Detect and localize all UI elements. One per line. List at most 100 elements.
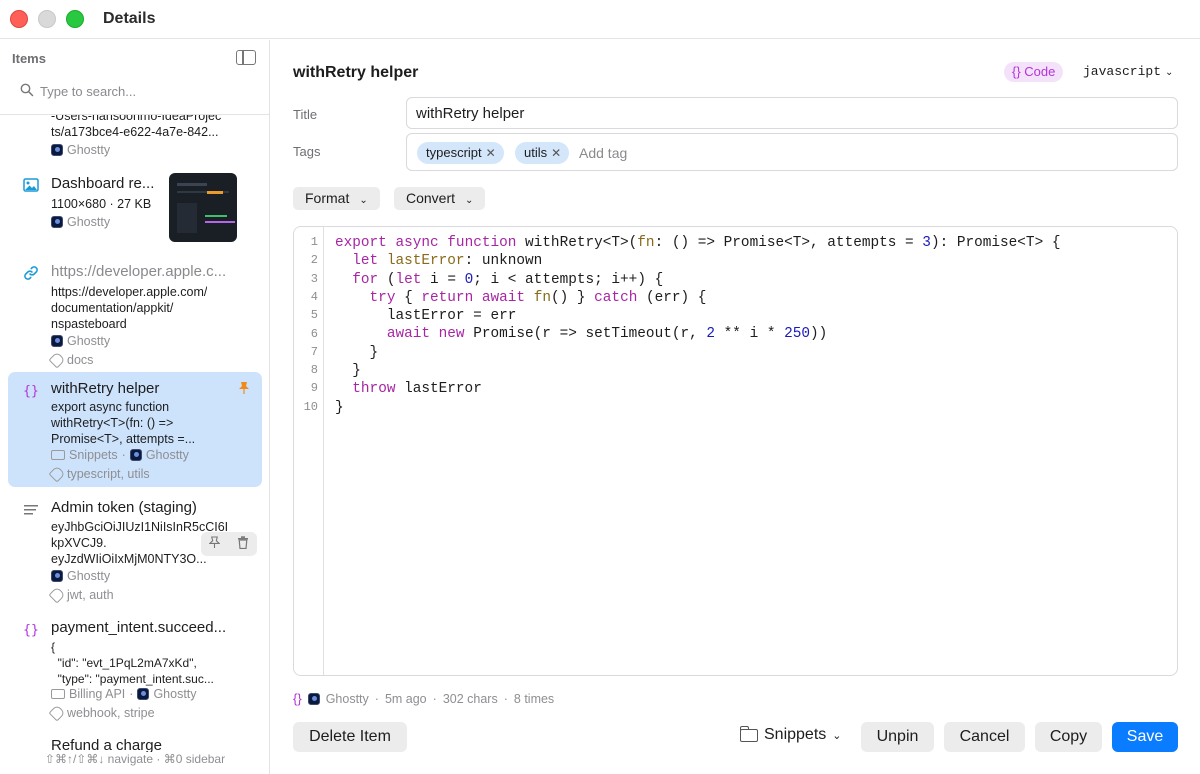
item-tags: webhook, stripe <box>48 704 155 722</box>
tag-chip-label: typescript <box>426 145 482 160</box>
image-icon <box>21 177 41 197</box>
status-chars: 302 chars <box>442 691 498 706</box>
ghostty-app-icon <box>51 570 63 582</box>
item-preview: -Users-hansoonmo-IdeaProjec ts/a173bce4-… <box>51 115 222 139</box>
language-select[interactable]: javascript ⌄ <box>1083 64 1173 79</box>
tag-chip[interactable]: utils ✕ <box>515 142 570 164</box>
delete-item-button[interactable]: Delete Item <box>293 722 407 752</box>
page-title: withRetry helper <box>293 64 419 81</box>
status-time: 5m ago <box>384 691 427 706</box>
status-app: Ghostty <box>325 691 369 706</box>
folder-icon <box>739 725 758 742</box>
line-number: 3 <box>310 271 318 286</box>
ghostty-app-icon <box>51 216 63 228</box>
copy-button[interactable]: Copy <box>1035 722 1102 752</box>
tag-chip[interactable]: typescript ✕ <box>417 142 504 164</box>
ghostty-app-icon <box>137 688 150 700</box>
item-tags-text: webhook, stripe <box>67 706 155 720</box>
item-meta: Ghostty <box>51 143 110 157</box>
line-number: 5 <box>310 308 318 323</box>
sidebar-toggle-icon[interactable] <box>236 50 256 65</box>
item-list: -Users-hansoonmo-IdeaProjec ts/a173bce4-… <box>0 115 269 755</box>
remove-tag-icon[interactable]: ✕ <box>486 146 496 160</box>
line-number: 7 <box>310 344 318 359</box>
item-meta: Billing API · Ghostty <box>51 687 197 701</box>
save-button[interactable]: Save <box>1112 722 1178 752</box>
line-number: 8 <box>310 363 318 378</box>
separator: · <box>121 448 126 462</box>
link-icon <box>21 265 41 285</box>
add-tag-input[interactable] <box>579 143 879 163</box>
list-item-selected[interactable]: {} withRetry helper export async functio… <box>8 372 262 487</box>
chevron-down-icon: ⌄ <box>359 195 368 206</box>
tags-field[interactable]: typescript ✕ utils ✕ <box>406 133 1178 171</box>
item-title: Dashboard re... <box>51 175 155 192</box>
convert-menu-button[interactable]: Convert ⌄ <box>394 187 486 210</box>
line-number: 10 <box>303 399 318 414</box>
list-item[interactable]: Dashboard re... 1100×680 · 27 KB Ghostty <box>8 167 262 247</box>
title-bar: Details <box>0 0 1200 39</box>
keyboard-hints: ⇧⌘↑/⇧⌘↓ navigate · ⌘0 sidebar <box>0 752 269 774</box>
separator: · <box>432 691 437 706</box>
trash-icon[interactable] <box>237 536 249 552</box>
code-icon: {} <box>23 384 39 399</box>
list-item[interactable]: {} payment_intent.succeed... { "id": "ev… <box>8 611 262 726</box>
item-tags-text: docs <box>67 353 94 367</box>
item-folder: Snippets <box>69 448 118 462</box>
cancel-button[interactable]: Cancel <box>944 722 1025 752</box>
line-number: 4 <box>310 289 318 304</box>
title-input[interactable] <box>406 97 1178 129</box>
folder-icon <box>51 450 65 460</box>
item-folder: Billing API <box>69 687 126 701</box>
line-number: 1 <box>310 235 318 249</box>
text-icon <box>21 501 41 521</box>
search-icon <box>20 83 34 97</box>
item-app: Ghostty <box>67 143 111 157</box>
separator: · <box>503 691 508 706</box>
code-icon: {} <box>293 691 302 706</box>
separator: · <box>129 687 134 701</box>
item-app: Ghostty <box>67 215 111 229</box>
line-number: 9 <box>310 381 318 396</box>
item-preview: 1100×680 · 27 KB <box>51 197 152 211</box>
tag-chip-label: utils <box>524 145 548 160</box>
tag-icon <box>48 465 66 483</box>
folder-picker[interactable]: Snippets ⌄ <box>739 725 841 744</box>
window-title: Details <box>103 10 156 27</box>
tag-icon <box>48 586 66 604</box>
separator: · <box>374 691 379 706</box>
pin-icon[interactable] <box>208 536 221 552</box>
pin-icon[interactable] <box>238 381 250 398</box>
search-input[interactable] <box>40 80 250 102</box>
item-tags-text: jwt, auth <box>67 588 114 602</box>
code-editor[interactable]: 1 2 3 4 5 6 7 8 9 10 export async function withRe… <box>293 226 1178 676</box>
sidebar: Items -Users-hansoonmo-IdeaProjec ts/a17… <box>0 40 270 774</box>
list-item[interactable]: -Users-hansoonmo-IdeaProjec ts/a173bce4-… <box>8 115 262 167</box>
format-menu-button[interactable]: Format ⌄ <box>293 187 380 210</box>
tags-label: Tags <box>293 144 321 159</box>
item-app: Ghostty <box>67 569 111 583</box>
ghostty-app-icon <box>51 335 63 347</box>
item-meta: Ghostty <box>51 215 110 229</box>
remove-tag-icon[interactable]: ✕ <box>551 146 561 160</box>
item-preview: { "id": "evt_1PqL2mA7xKd", "type": "paym… <box>51 640 214 686</box>
item-meta: Snippets · Ghostty <box>51 448 189 462</box>
image-thumbnail <box>169 173 237 242</box>
item-app: Ghostty <box>153 687 197 701</box>
item-title: Admin token (staging) <box>51 499 197 516</box>
tag-icon <box>48 704 66 722</box>
item-title: withRetry helper <box>51 380 160 397</box>
minimize-window-button[interactable] <box>38 10 56 28</box>
code-content[interactable]: export async function withRetry<T>(fn: (… <box>335 234 1060 417</box>
kind-badge: {} Code <box>1004 62 1064 82</box>
title-label: Title <box>293 107 318 122</box>
ghostty-app-icon <box>129 449 142 461</box>
list-item[interactable]: https://developer.apple.c... https://dev… <box>8 255 262 369</box>
zoom-window-button[interactable] <box>66 10 84 28</box>
search-field[interactable] <box>12 80 258 102</box>
item-tags: jwt, auth <box>48 586 114 604</box>
detail-panel: withRetry helper {} Code javascript ⌄ Tit… <box>271 40 1200 774</box>
close-window-button[interactable] <box>10 10 28 28</box>
unpin-button[interactable]: Unpin <box>861 722 934 752</box>
list-item[interactable]: Admin token (staging) eyJhbGciOiJIUzI1Ni… <box>8 491 262 606</box>
